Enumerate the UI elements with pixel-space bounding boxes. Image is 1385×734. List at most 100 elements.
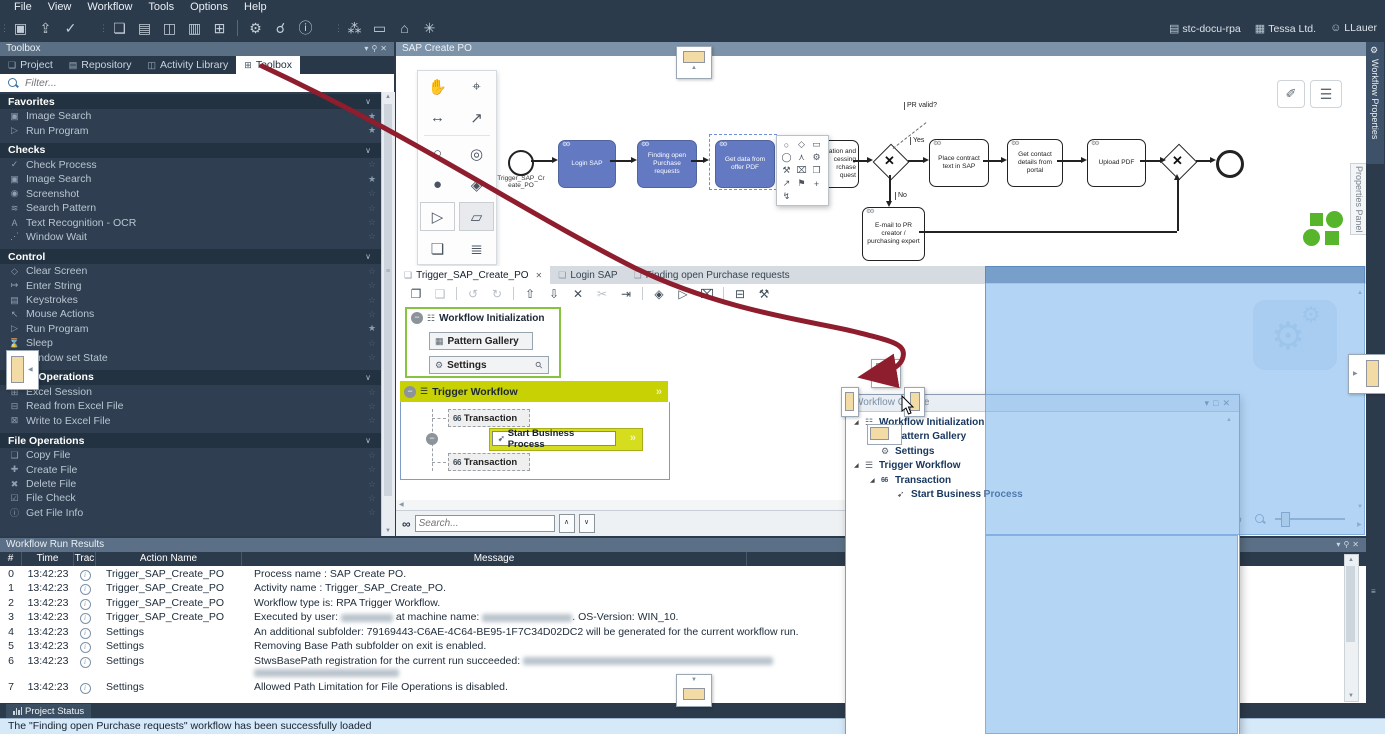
- delete-icon[interactable]: ✕: [566, 287, 590, 301]
- open-icon[interactable]: ↗: [779, 177, 794, 190]
- dock-center-top-guide[interactable]: ▲: [871, 359, 901, 388]
- filter-input[interactable]: [23, 76, 394, 90]
- task-upload-pdf[interactable]: ⚙⚙Upload PDF: [1087, 139, 1146, 187]
- favorite-star-icon[interactable]: ☆: [363, 309, 381, 320]
- move-up-icon[interactable]: ⇧: [518, 287, 542, 301]
- favorite-star-icon[interactable]: ☆: [363, 352, 381, 363]
- group-workflow-initialization[interactable]: − ☷ Workflow Initialization ▦Pattern Gal…: [405, 307, 561, 378]
- canvas-menu-button[interactable]: ☰: [1310, 80, 1342, 108]
- company-indicator[interactable]: ▦Tessa Ltd.: [1255, 22, 1316, 35]
- favorite-star-icon[interactable]: ☆: [363, 280, 381, 291]
- favorite-star-icon[interactable]: ★: [363, 125, 381, 136]
- dock-top-guide[interactable]: ▲: [676, 46, 712, 79]
- settings-button[interactable]: ⚙Settings ⚲: [429, 356, 549, 374]
- connect-icon[interactable]: ↗: [457, 102, 496, 133]
- toolbox-item-file-check[interactable]: ☑File Check☆: [0, 491, 381, 505]
- toolbox-item-search-pattern[interactable]: ≋Search Pattern☆: [0, 201, 381, 215]
- task-get-contact-details[interactable]: ⚙⚙Get contact details from portal: [1007, 139, 1063, 187]
- toolbox-icon[interactable]: ⊞: [207, 16, 232, 40]
- favorite-star-icon[interactable]: ☆: [363, 401, 381, 412]
- tab-workflow-properties[interactable]: ⚙ Workflow Properties: [1366, 42, 1384, 164]
- transaction-item-1[interactable]: 66Transaction: [448, 409, 530, 427]
- add-icon[interactable]: +: [809, 177, 824, 190]
- dock-bottom-guide[interactable]: ▼: [676, 674, 712, 707]
- expander-icon[interactable]: ◢: [870, 477, 881, 484]
- favorite-star-icon[interactable]: ★: [363, 111, 381, 122]
- tab-repository[interactable]: ▤Repository: [61, 56, 140, 74]
- space-tool-icon[interactable]: ↔: [418, 102, 457, 133]
- desktop-icon[interactable]: ▭: [367, 16, 392, 40]
- menu-workflow[interactable]: Workflow: [79, 0, 140, 15]
- toolbox-item-window-wait[interactable]: ⋰Window Wait☆: [0, 230, 381, 244]
- collapse-button[interactable]: −: [411, 312, 423, 324]
- task-icon[interactable]: ▷: [420, 202, 455, 231]
- favorite-star-icon[interactable]: ☆: [363, 203, 381, 214]
- close-icon[interactable]: ✕: [380, 44, 390, 53]
- pin-icon[interactable]: ⚲: [1343, 540, 1352, 549]
- toolbox-item-write-to-excel-file[interactable]: ⊠Write to Excel File☆: [0, 414, 381, 428]
- task-get-data-from-offer-pdf[interactable]: ⚙⚙Get data from offer PDF: [715, 140, 775, 188]
- col-number[interactable]: #: [0, 552, 22, 566]
- scrollbar-thumb[interactable]: [384, 104, 392, 496]
- start-event-icon[interactable]: ○: [418, 138, 457, 169]
- menu-tools[interactable]: Tools: [140, 0, 182, 15]
- favorite-star-icon[interactable]: ☆: [363, 266, 381, 277]
- scroll-down-icon[interactable]: ▼: [382, 528, 394, 534]
- favorite-star-icon[interactable]: ☆: [363, 507, 381, 518]
- close-tab-icon[interactable]: ✕: [536, 271, 543, 280]
- search-prev-button[interactable]: ∧: [559, 514, 575, 533]
- group-trigger-workflow-header[interactable]: − ☰ Trigger Workflow »: [400, 381, 668, 402]
- activity-library-icon[interactable]: ◫: [157, 16, 182, 40]
- expand-chevrons-icon[interactable]: »: [630, 432, 636, 444]
- toolbox-scrollbar[interactable]: ▲ ≡ ▼: [381, 92, 395, 536]
- tools-icon[interactable]: ⚒: [752, 287, 776, 301]
- scroll-up-icon[interactable]: ▲: [382, 94, 394, 100]
- editor-tab-finding-open-purchase-requests[interactable]: ❏Finding open Purchase requests: [626, 266, 798, 284]
- task-finding-open-purchase-requests[interactable]: ⚙⚙Finding open Purchase requests: [637, 140, 697, 188]
- section-control[interactable]: Control∨: [0, 249, 381, 264]
- tab-project-status[interactable]: Project Status: [6, 704, 91, 718]
- favorite-star-icon[interactable]: ☆: [363, 188, 381, 199]
- collapse-button[interactable]: −: [404, 386, 416, 398]
- tab-toolbox[interactable]: ⊞Toolbox: [236, 56, 300, 74]
- data-store-icon[interactable]: ≣: [457, 233, 496, 264]
- transaction-item-2[interactable]: 66Transaction: [448, 453, 530, 471]
- folder-icon[interactable]: ❒: [809, 164, 824, 177]
- toolbox-item-get-file-info[interactable]: ⓘGet File Info☆: [0, 506, 381, 520]
- append-end-icon[interactable]: ◯: [779, 151, 794, 164]
- delete-icon[interactable]: ⌧: [794, 164, 809, 177]
- new-document-icon[interactable]: ❏: [107, 16, 132, 40]
- dock-right-guide[interactable]: ▶: [1348, 354, 1385, 394]
- pan-hand-icon[interactable]: ✋: [418, 71, 457, 102]
- menu-view[interactable]: View: [40, 0, 80, 15]
- transport-icon[interactable]: ⇥: [614, 287, 638, 301]
- favorite-star-icon[interactable]: ★: [363, 323, 381, 334]
- validate-icon[interactable]: ✓: [58, 16, 83, 40]
- section-checks[interactable]: Checks∨: [0, 143, 381, 158]
- publish-icon[interactable]: ⇪: [33, 16, 58, 40]
- copy-icon[interactable]: ❐: [404, 287, 428, 301]
- bookmark-icon[interactable]: ⚑: [794, 177, 809, 190]
- style-brush-button[interactable]: ✐: [1277, 80, 1305, 108]
- dock-center-left-guide[interactable]: [841, 387, 859, 417]
- report-icon[interactable]: ⓘ: [293, 16, 318, 40]
- annotation-icon[interactable]: ⋏: [794, 151, 809, 164]
- repository-icon[interactable]: ▤: [132, 16, 157, 40]
- toolbox-item-delete-file[interactable]: ✖Delete File☆: [0, 477, 381, 491]
- toolbox-item-copy-file[interactable]: ❑Copy File☆: [0, 448, 381, 462]
- task-login-sap[interactable]: ⚙⚙Login SAP: [558, 140, 616, 188]
- data-object-icon[interactable]: ❏: [418, 233, 457, 264]
- settings-gear-icon[interactable]: ⚙: [809, 151, 824, 164]
- editor-tab-trigger-sap-create-po[interactable]: ❏Trigger_SAP_Create_PO✕: [396, 266, 550, 284]
- col-trace[interactable]: Trac: [74, 552, 96, 566]
- toolbox-item-create-file[interactable]: ✚Create File☆: [0, 462, 381, 476]
- pin-icon[interactable]: ⚲: [533, 359, 545, 371]
- search-next-button[interactable]: ∨: [579, 514, 595, 533]
- toolbox-item-screenshot[interactable]: ◉Screenshot☆: [0, 187, 381, 201]
- section-favorites[interactable]: Favorites∨: [0, 94, 381, 109]
- favorite-star-icon[interactable]: ☆: [363, 231, 381, 242]
- context-palette[interactable]: ○◇▭◯⋏⚙⚒⌧❒↗⚑+↯: [776, 135, 829, 206]
- expander-icon[interactable]: ◢: [854, 462, 865, 469]
- results-scrollbar[interactable]: ▲ ▼: [1344, 554, 1359, 702]
- append-gateway-icon[interactable]: ◇: [794, 138, 809, 151]
